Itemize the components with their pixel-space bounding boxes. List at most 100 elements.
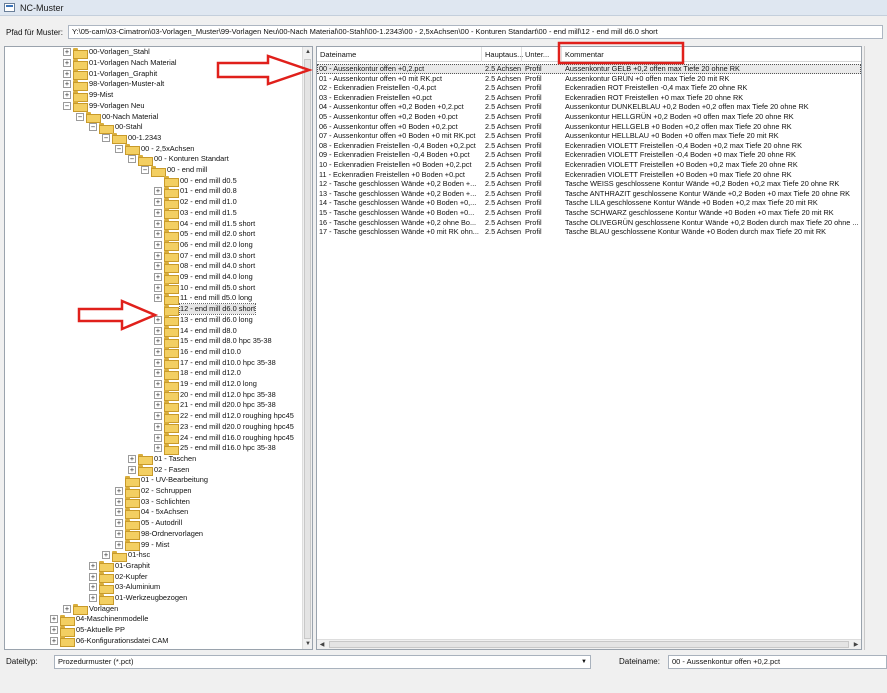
tree-item[interactable]: 00 - end mill d0.5 xyxy=(154,175,237,188)
tree-item[interactable]: +06 - end mill d2.0 long xyxy=(154,240,253,252)
filetype-select[interactable]: Prozedurmuster (*.pct) ▼ xyxy=(54,655,591,669)
expand-icon[interactable]: + xyxy=(154,337,162,346)
tree-item[interactable]: − 00-1.2343 xyxy=(102,133,161,145)
tree-item[interactable]: +99 - Mist xyxy=(115,539,169,552)
arrow-right-icon[interactable]: ▶ xyxy=(851,640,861,649)
file-row[interactable]: 03 - Eckenradien Freistellen +0.pct 2.5 A… xyxy=(317,93,861,103)
expand-icon[interactable]: + xyxy=(128,465,136,474)
tree-item[interactable]: +24 - end mill d16.0 roughing hpc45 xyxy=(154,432,294,445)
tree-item[interactable]: +05 - end mill d2.0 short xyxy=(154,229,255,241)
expand-icon[interactable]: + xyxy=(154,412,162,421)
expand-icon[interactable]: + xyxy=(154,347,162,356)
tree-item[interactable]: +01-Vorlagen Nach Material xyxy=(63,58,177,70)
expand-icon[interactable]: + xyxy=(154,315,162,324)
expand-icon[interactable]: + xyxy=(102,551,110,560)
expand-icon[interactable]: + xyxy=(63,69,71,78)
expand-icon[interactable]: + xyxy=(154,390,162,399)
collapse-icon[interactable]: − xyxy=(102,133,110,142)
tree-item[interactable]: 01 - UV-Bearbeitung xyxy=(115,475,208,487)
expand-icon[interactable]: + xyxy=(89,561,97,570)
column-header-dateiname[interactable]: Dateiname xyxy=(317,47,482,62)
tree-item[interactable]: +01-Vorlagen_Graphit xyxy=(63,68,157,81)
expand-icon[interactable]: + xyxy=(154,187,162,196)
column-header-hauptaus[interactable]: Hauptaus... xyxy=(482,47,523,62)
expand-icon[interactable]: + xyxy=(154,326,162,335)
expand-icon[interactable]: + xyxy=(154,433,162,442)
tree-item[interactable]: + Vorlagen xyxy=(63,603,118,616)
collapse-icon[interactable]: − xyxy=(128,155,136,164)
file-row[interactable]: 04 - Aussenkontur offen +0,2 Boden +0,2.… xyxy=(317,102,861,112)
tree-item[interactable]: +03-Aluminium xyxy=(89,582,160,594)
expand-icon[interactable]: + xyxy=(63,604,71,613)
arrow-left-icon[interactable]: ◀ xyxy=(317,640,327,649)
tree-item[interactable]: +05-Aktuelle PP xyxy=(50,625,125,637)
file-row[interactable]: 09 - Eckenradien Freistellen -0,4 Boden … xyxy=(317,150,861,160)
collapse-icon[interactable]: − xyxy=(76,112,84,121)
expand-icon[interactable]: + xyxy=(154,283,162,292)
expand-icon[interactable]: + xyxy=(115,519,123,528)
expand-icon[interactable]: + xyxy=(154,230,162,239)
expand-icon[interactable]: + xyxy=(154,358,162,367)
column-header-kommentar[interactable]: Kommentar xyxy=(562,47,861,62)
tree-item[interactable]: − 00 - end mill xyxy=(141,165,207,177)
tree-item[interactable]: − 99-Vorlagen Neu xyxy=(63,101,144,113)
expand-icon[interactable]: + xyxy=(89,594,97,603)
tree-item[interactable]: +11 - end mill d5.0 long xyxy=(154,293,252,305)
expand-icon[interactable]: + xyxy=(154,444,162,453)
filename-field[interactable]: 00 - Aussenkontur offen +0,2.pct xyxy=(668,655,887,669)
tree-item[interactable]: − 00-Nach Material xyxy=(76,111,158,124)
expand-icon[interactable]: + xyxy=(154,198,162,207)
tree-item[interactable]: +01-Graphit xyxy=(89,561,150,573)
expand-icon[interactable]: + xyxy=(63,59,71,68)
tree-item[interactable]: +16 - end mill d10.0 xyxy=(154,347,241,359)
expand-icon[interactable]: + xyxy=(50,615,58,624)
expand-icon[interactable]: + xyxy=(115,508,123,517)
tree-item[interactable]: +04-Maschinenmodelle xyxy=(50,614,148,626)
tree-item[interactable]: +07 - end mill d3.0 short xyxy=(154,250,255,263)
tree-item[interactable]: − 00 - 2,5xAchsen xyxy=(115,143,194,156)
file-row[interactable]: 11 - Eckenradien Freistellen +0 Boden +0… xyxy=(317,170,861,180)
expand-icon[interactable]: + xyxy=(154,208,162,217)
file-list-scroll-thumb[interactable] xyxy=(329,641,849,648)
tree-item[interactable]: +08 - end mill d4.0 short xyxy=(154,261,255,273)
tree-item[interactable]: +06-Konfigurationsdatei CAM xyxy=(50,636,168,648)
file-row[interactable]: 16 - Tasche geschlossen Wände +0,2 ohne … xyxy=(317,218,861,228)
expand-icon[interactable]: + xyxy=(115,540,123,549)
collapse-icon[interactable]: − xyxy=(141,166,149,175)
file-row[interactable]: 15 - Tasche geschlossen Wände +0 Boden +… xyxy=(317,208,861,218)
tree-item[interactable]: +18 - end mill d12.0 xyxy=(154,368,241,380)
tree-item[interactable]: +17 - end mill d10.0 hpc 35-38 xyxy=(154,357,276,370)
tree-item[interactable]: +02 - end mill d1.0 xyxy=(154,197,237,209)
tree-item[interactable]: +09 - end mill d4.0 long xyxy=(154,272,253,284)
file-row[interactable]: 13 - Tasche geschlossen Wände +0,2 Boden… xyxy=(317,189,861,199)
collapse-icon[interactable]: − xyxy=(89,123,97,132)
expand-icon[interactable]: + xyxy=(154,422,162,431)
tree-item[interactable]: +98-Ordnervorlagen xyxy=(115,529,203,541)
expand-icon[interactable]: + xyxy=(115,497,123,506)
expand-icon[interactable]: + xyxy=(154,251,162,260)
tree-item[interactable]: +19 - end mill d12.0 long xyxy=(154,379,257,391)
file-row[interactable]: 10 - Eckenradien Freistellen +0 Boden +0… xyxy=(317,160,861,170)
expand-icon[interactable]: + xyxy=(154,262,162,271)
expand-icon[interactable]: + xyxy=(154,294,162,303)
column-header-unter[interactable]: Unter... xyxy=(522,47,562,62)
expand-icon[interactable]: + xyxy=(154,401,162,410)
tree-item[interactable]: +23 - end mill d20.0 roughing hpc45 xyxy=(154,422,294,434)
expand-icon[interactable]: + xyxy=(128,454,136,463)
arrow-down-icon[interactable]: ▼ xyxy=(303,639,312,649)
file-row[interactable]: 00 - Aussenkontur offen +0,2.pct 2.5 Achs… xyxy=(317,64,861,74)
expand-icon[interactable]: + xyxy=(115,529,123,538)
tree-item[interactable]: +14 - end mill d8.0 xyxy=(154,325,237,338)
tree-item[interactable]: +03 - Schlichten xyxy=(115,496,190,509)
expand-icon[interactable]: + xyxy=(154,380,162,389)
tree-item[interactable]: +03 - end mill d1.5 xyxy=(154,208,237,220)
file-row[interactable]: 12 - Tasche geschlossen Wände +0,2 Boden… xyxy=(317,179,861,189)
file-row[interactable]: 17 - Tasche geschlossen Wände +0 mit RK … xyxy=(317,227,861,237)
tree-item[interactable]: +20 - end mill d12.0 hpc 35-38 xyxy=(154,389,276,402)
dropdown-icon[interactable]: ▼ xyxy=(581,656,587,668)
file-list[interactable]: Dateiname Hauptaus... Unter... Kommentar… xyxy=(316,46,862,650)
tree-item[interactable]: +98-Vorlagen-Muster-alt xyxy=(63,79,164,91)
tree-item[interactable]: +02 - Schruppen xyxy=(115,486,192,498)
tree-item[interactable]: − 00 - Konturen Standart xyxy=(128,154,229,166)
tree-item[interactable]: +00-Vorlagen_Stahl xyxy=(63,47,150,59)
